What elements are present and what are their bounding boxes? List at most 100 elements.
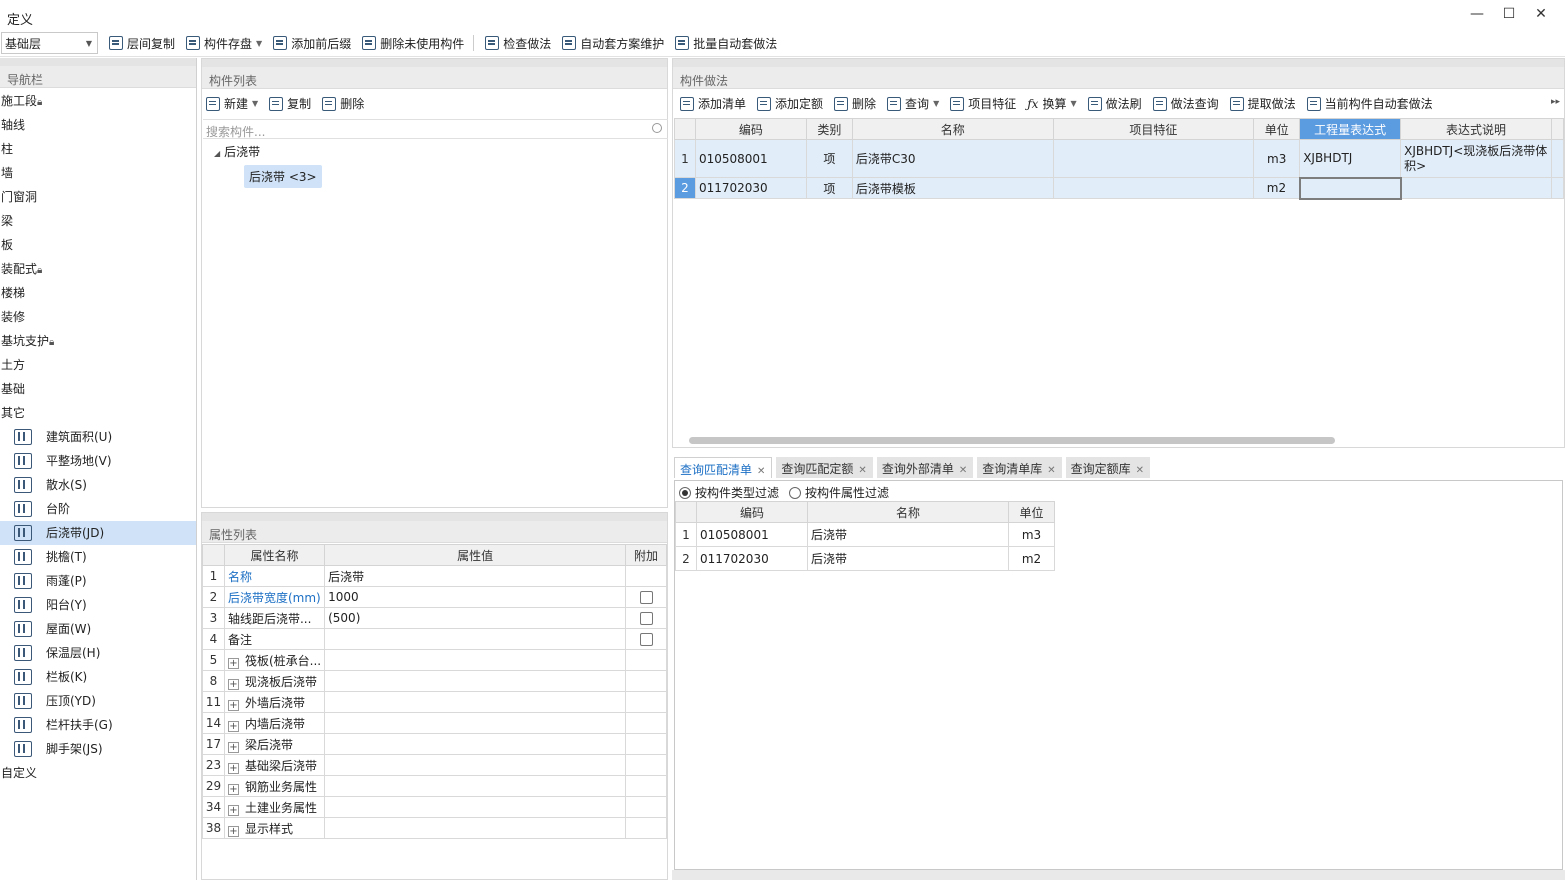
tree-leaf-selected[interactable]: 后浇带 <3> [244,165,322,188]
method-query-button[interactable]: 做法查询 [1152,95,1219,112]
property-value[interactable] [324,670,627,692]
header-name[interactable]: 名称 [807,501,1009,523]
extra-checkbox[interactable] [639,633,653,646]
cell-code[interactable]: 011702030 [696,546,808,571]
component-search-input[interactable]: 搜索构件... [203,119,668,139]
nav-sub-item[interactable]: 散水(S) [0,473,196,497]
property-row[interactable]: 11 + 外墙后浇带 [202,691,667,713]
header-feature[interactable]: 项目特征 [1052,118,1255,140]
nav-sub-item[interactable]: 雨蓬(P) [0,569,196,593]
property-row[interactable]: 38 + 显示样式 [202,817,667,839]
tab-query-matched-bill[interactable]: 查询匹配清单 ✕ [674,457,773,478]
nav-sub-item[interactable]: 台阶 [0,497,196,521]
property-value[interactable] [324,712,627,734]
close-icon[interactable]: ✕ [1047,465,1055,476]
property-value[interactable]: 后浇带 [324,565,627,587]
save-component-button[interactable]: 构件存盘 ▼ [186,35,262,52]
method-row[interactable]: 2 011702030 项 后浇带模板 m2 [674,176,1565,200]
nav-sub-item[interactable]: 栏板(K) [0,665,196,689]
add-bill-button[interactable]: 添加清单 [680,95,746,112]
tab-query-external-bill[interactable]: 查询外部清单 ✕ [876,457,974,478]
nav-sub-item[interactable]: 保温层(H) [0,641,196,665]
property-row[interactable]: 34 + 土建业务属性 [202,796,667,818]
nav-sub-item[interactable]: 脚手架(JS) [0,737,196,761]
nav-item[interactable]: 装配式🔒︎ [0,257,196,281]
header-unit[interactable]: 单位 [1253,118,1301,140]
nav-item[interactable]: 施工段🔒︎ [0,89,196,113]
expand-icon[interactable]: + [227,720,239,732]
property-row[interactable]: 23 + 基础梁后浇带 [202,754,667,776]
cell-code[interactable]: 010508001 [696,522,808,547]
property-value[interactable] [324,628,627,650]
tab-query-quota-library[interactable]: 查询定额库 ✕ [1065,457,1151,478]
collapse-icon[interactable]: ◢ [214,149,220,158]
delete-unused-button[interactable]: 删除未使用构件 [362,35,464,52]
convert-button[interactable]: ƒx 换算 ▼ [1027,95,1076,112]
tab-query-matched-quota[interactable]: 查询匹配定额 ✕ [776,457,873,478]
property-row[interactable]: 14 + 内墙后浇带 [202,712,667,734]
cell-expression-desc[interactable] [1400,177,1552,199]
nav-item[interactable]: 墙 [0,161,196,185]
close-icon[interactable]: ✕ [1136,465,1144,476]
nav-item[interactable]: 其它 [0,401,196,425]
add-prefix-suffix-button[interactable]: 添加前后缀 [273,35,351,52]
cell-unit[interactable]: m2 [1253,177,1301,199]
header-expression-desc[interactable]: 表达式说明 [1400,118,1552,140]
cell-expression[interactable]: XJBHDTJ [1299,139,1402,178]
cell-unit[interactable]: m3 [1253,139,1301,178]
expand-icon[interactable]: + [227,762,239,774]
search-icon[interactable] [652,123,662,133]
method-row[interactable]: 1 010508001 项 后浇带C30 m3 XJBHDTJ XJBHDTJ<… [674,139,1565,178]
copy-between-floors-button[interactable]: 层间复制 [109,35,175,52]
close-icon[interactable]: ✕ [858,465,866,476]
close-icon[interactable]: ✕ [757,466,765,477]
property-value[interactable] [324,775,627,797]
nav-item[interactable]: 土方 [0,353,196,377]
cell-expression-editing[interactable] [1298,176,1402,200]
nav-item[interactable]: 基坑支护🔒︎ [0,329,196,353]
nav-sub-item[interactable]: 压顶(YD) [0,689,196,713]
nav-sub-item[interactable]: 屋面(W) [0,617,196,641]
cell-code[interactable]: 011702030 [694,177,807,199]
cell-type[interactable]: 项 [805,177,853,199]
cell-feature[interactable] [1052,177,1255,199]
nav-item[interactable]: 门窗洞 [0,185,196,209]
property-row[interactable]: 8 + 现浇板后浇带 [202,670,667,692]
nav-item[interactable]: 梁 [0,209,196,233]
property-value[interactable] [324,796,627,818]
header-unit[interactable]: 单位 [1008,501,1055,523]
nav-item-custom[interactable]: 自定义 [0,761,196,785]
extra-checkbox[interactable] [639,612,653,625]
nav-sub-item[interactable]: 后浇带(JD) [0,521,196,545]
nav-sub-item[interactable]: 阳台(Y) [0,593,196,617]
close-icon[interactable]: ✕ [1525,6,1557,22]
nav-item[interactable]: 轴线 [0,113,196,137]
extract-method-button[interactable]: 提取做法 [1229,95,1296,112]
delete-method-button[interactable]: 删除 [834,95,876,112]
batch-auto-method-button[interactable]: 批量自动套做法 [675,35,777,52]
property-value[interactable]: (500) [324,607,627,629]
new-component-button[interactable]: 新建 ▼ [206,95,258,112]
filter-by-type-radio[interactable] [679,486,691,499]
header-code[interactable]: 编码 [694,118,807,140]
property-value[interactable] [324,733,627,755]
expand-icon[interactable]: + [227,678,239,690]
expand-icon[interactable]: + [227,825,239,837]
cell-feature[interactable] [1052,139,1255,178]
property-row[interactable]: 17 + 梁后浇带 [202,733,667,755]
auto-scheme-button[interactable]: 自动套方案维护 [562,35,664,52]
cell-name[interactable]: 后浇带 [807,522,1009,547]
property-value[interactable] [324,817,627,839]
nav-item[interactable]: 柱 [0,137,196,161]
method-brush-button[interactable]: 做法刷 [1087,95,1142,112]
cell-type[interactable]: 项 [805,139,853,178]
maximize-icon[interactable]: ☐ [1493,6,1525,22]
header-quantity-expression[interactable]: 工程量表达式 [1299,118,1402,140]
nav-sub-item[interactable]: 建筑面积(U) [0,425,196,449]
nav-sub-item[interactable]: 平整场地(V) [0,449,196,473]
floor-select[interactable]: 基础层 ▼ [1,32,98,54]
property-row[interactable]: 3 轴线距后浇带... (500) [202,607,667,629]
toolbar-overflow-icon[interactable]: ▸▸ [1551,97,1560,107]
extra-checkbox[interactable] [639,591,653,604]
property-row[interactable]: 29 + 钢筋业务属性 [202,775,667,797]
